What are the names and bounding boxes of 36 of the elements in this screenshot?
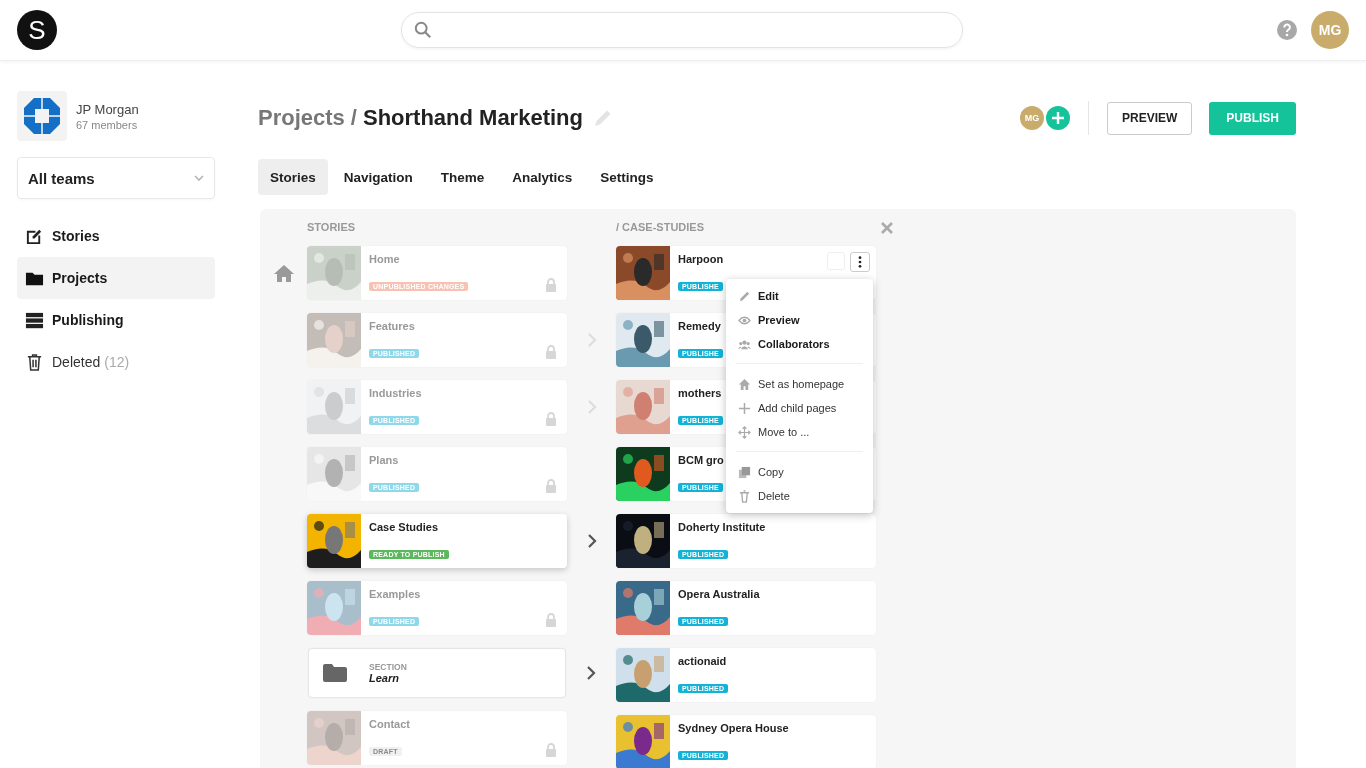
menu-label: Collaborators <box>758 338 830 350</box>
story-title: Case Studies <box>369 521 440 533</box>
menu-label: Delete <box>758 490 790 502</box>
menu-label: Edit <box>758 290 779 302</box>
menu-label: Set as homepage <box>758 378 845 390</box>
story-title: actionaid <box>678 655 728 667</box>
breadcrumb-separator: / <box>350 105 357 131</box>
org-name: JP Morgan <box>76 101 139 117</box>
member-count: 67 members <box>76 118 139 131</box>
nav-label: Projects <box>52 270 108 286</box>
collaborator-avatar: MG <box>1020 106 1044 130</box>
menu-label: Preview <box>758 314 800 326</box>
section-label: SECTION <box>369 662 407 672</box>
story-title: Plans <box>369 454 400 466</box>
story-title: Remedy <box>678 320 722 332</box>
story-title: Harpoon <box>678 253 724 265</box>
story-title: Opera Australia <box>678 588 760 600</box>
section-title: Learn <box>369 672 400 684</box>
nav-label: Stories <box>52 228 100 244</box>
story-title: Features <box>369 320 416 332</box>
nav-label: Publishing <box>52 312 124 328</box>
menu-label: Copy <box>758 466 784 478</box>
story-title: Doherty Institute <box>678 521 766 533</box>
menu-label: Add child pages <box>758 402 837 414</box>
story-title: Examples <box>369 588 421 600</box>
project-title: Shorthand Marketing <box>362 105 583 131</box>
story-title: BCM gro <box>678 454 724 466</box>
column-heading: / CASE-STUDIES <box>616 221 705 235</box>
story-title: Contact <box>369 718 410 730</box>
nav-label: Deleted <box>52 354 101 370</box>
story-title: Industries <box>369 387 422 399</box>
story-title: mothers <box>678 387 723 399</box>
column-heading: STORIES <box>307 221 357 235</box>
item-count: (12) <box>104 354 130 370</box>
story-title: Home <box>369 253 401 265</box>
story-title: Sydney Opera House <box>678 722 789 734</box>
